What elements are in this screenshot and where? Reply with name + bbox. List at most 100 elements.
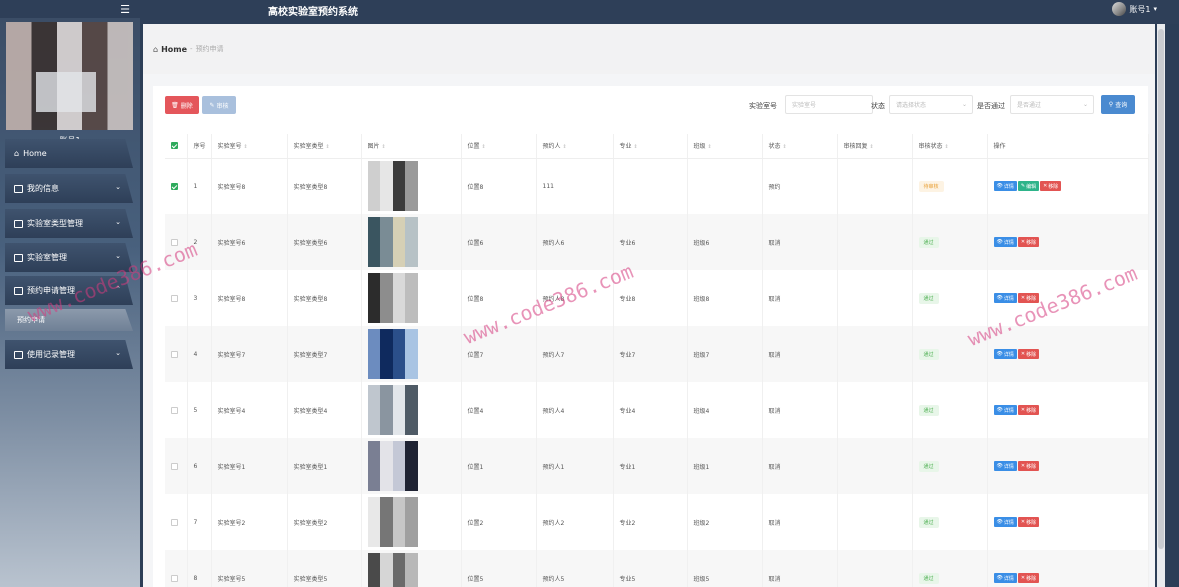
cell-reply (837, 270, 913, 326)
row-select-cell[interactable] (165, 158, 188, 214)
filter-label-lab-no: 实验室号 (749, 102, 777, 110)
sidebar-item-reservation[interactable]: 预约申请管理 ⌃ (5, 276, 133, 305)
row-select-cell[interactable] (165, 438, 188, 494)
breadcrumb-current: 预约申请 (195, 45, 224, 53)
row-select-cell[interactable] (165, 270, 188, 326)
row-select-cell[interactable] (165, 326, 188, 382)
audit-button[interactable]: ✎ 审核 (202, 96, 236, 114)
column-header[interactable]: 审核状态 ⇕ (912, 134, 988, 159)
status-placeholder: 请选择状态 (896, 102, 927, 109)
remove-button[interactable]: ✕ 移除 (1017, 349, 1040, 359)
menu-toggle-icon[interactable]: ☰ (118, 3, 132, 17)
cell-class: 班级6 (687, 214, 763, 270)
sidebar-item-home[interactable]: ⌂ Home (5, 139, 133, 168)
remove-button[interactable]: ✕ 移除 (1017, 405, 1040, 415)
lab-image (367, 217, 418, 267)
column-header[interactable]: 图片 ⇕ (361, 134, 462, 159)
row-checkbox[interactable] (171, 518, 178, 526)
user-name: 账号1 (1129, 4, 1151, 14)
sidebar-item-usage-records[interactable]: 使用记录管理 ⌄ (5, 340, 133, 369)
view-button[interactable]: 👁 详情 (993, 573, 1017, 583)
cell-no: 4 (187, 326, 212, 382)
row-select-cell[interactable] (165, 382, 188, 438)
column-header[interactable]: 实验室类型 ⇕ (287, 134, 362, 159)
sidebar-item-lab-type[interactable]: 实验室类型管理 ⌄ (5, 209, 133, 238)
view-button[interactable]: 👁 详情 (993, 517, 1017, 527)
cell-no: 5 (187, 382, 212, 438)
cell-no: 6 (187, 438, 212, 494)
cell-image (361, 158, 462, 214)
lab-image (367, 273, 418, 323)
remove-button[interactable]: ✕ 移除 (1017, 293, 1040, 303)
view-button[interactable]: 👁 详情 (993, 237, 1017, 247)
view-button[interactable]: 👁 详情 (993, 349, 1017, 359)
table-row: 6 实验室号1 实验室类型1 位置1 预约人1 专业1 班级1 取消 通过 👁 详情 ✕ 移除 (165, 438, 1149, 494)
cell-lab-type: 实验室类型4 (287, 382, 362, 438)
row-select-cell[interactable] (165, 550, 188, 587)
select-all-checkbox[interactable] (171, 142, 178, 150)
cell-audit-status: 通过 (912, 438, 988, 494)
column-header[interactable]: 专业 ⇕ (613, 134, 688, 159)
check-icon (14, 350, 23, 359)
chevron-down-icon: ⌄ (961, 101, 967, 108)
sort-icon: ⇕ (707, 144, 712, 151)
row-checkbox[interactable] (171, 182, 178, 190)
sidebar-subitem-reservation-apply[interactable]: 预约申请 (5, 309, 133, 331)
cell-lab-no: 实验室号1 (211, 438, 288, 494)
cell-no: 8 (187, 550, 212, 587)
cell-class: 班级7 (687, 326, 763, 382)
column-header[interactable]: 实验室号 ⇕ (211, 134, 288, 159)
user-menu[interactable]: 账号1 ▾ (1112, 2, 1157, 16)
sidebar-item-lab[interactable]: 实验室管理 ⌄ (5, 243, 133, 272)
lab-no-input[interactable]: 实验室号 (785, 95, 873, 114)
delete-button[interactable]: 🗑 删除 (165, 96, 199, 114)
row-checkbox[interactable] (171, 294, 178, 302)
remove-button[interactable]: ✕ 移除 (1017, 573, 1040, 583)
table-row: 4 实验室号7 实验室类型7 位置7 预约人7 专业7 班级7 取消 通过 👁 详情 ✕ 移除 (165, 326, 1149, 382)
row-checkbox[interactable] (171, 462, 178, 470)
row-checkbox[interactable] (171, 350, 178, 358)
view-button[interactable]: 👁 详情 (993, 461, 1017, 471)
sort-icon: ⇕ (782, 144, 787, 151)
delete-button-label: 删除 (180, 102, 193, 110)
cell-actions: 👁 详情 ✕ 移除 (987, 214, 1149, 270)
caret-down-icon: ▾ (1153, 5, 1157, 13)
row-select-cell[interactable] (165, 494, 188, 550)
status-badge: 通过 (918, 236, 939, 248)
table-row: 2 实验室号6 实验室类型6 位置6 预约人6 专业6 班级6 取消 通过 👁 详情 ✕ 移除 (165, 214, 1149, 270)
eye-icon: 👁 (996, 407, 1003, 413)
column-header[interactable]: 班级 ⇕ (687, 134, 763, 159)
select-all-cell[interactable] (165, 134, 188, 159)
breadcrumb-home[interactable]: Home (161, 45, 187, 54)
close-icon: ✕ (1020, 351, 1026, 357)
status-select[interactable]: 请选择状态 ⌄ (889, 95, 973, 114)
view-button[interactable]: 👁 详情 (993, 181, 1017, 192)
lab-no-placeholder: 实验室号 (792, 102, 817, 109)
column-header[interactable]: 位置 ⇕ (461, 134, 537, 159)
remove-button[interactable]: ✕ 移除 (1017, 237, 1040, 247)
search-button[interactable]: ⚲ 查询 (1101, 95, 1135, 114)
column-header[interactable]: 状态 ⇕ (762, 134, 838, 159)
column-header[interactable]: 预约人 ⇕ (536, 134, 614, 159)
sidebar-item-label: 实验室管理 (27, 253, 67, 262)
view-button[interactable]: 👁 详情 (993, 293, 1017, 303)
remove-button[interactable]: ✕ 移除 (1017, 461, 1040, 471)
remove-button[interactable]: ✕ 移除 (1040, 181, 1062, 192)
cell-reply (837, 326, 913, 382)
passed-select[interactable]: 是否通过 ⌄ (1010, 95, 1094, 114)
chevron-down-icon: ⌄ (115, 218, 121, 226)
sidebar-item-my-info[interactable]: 我的信息 ⌄ (5, 174, 133, 203)
view-button[interactable]: 👁 详情 (993, 405, 1017, 415)
edit-button[interactable]: ✎ 编辑 (1017, 181, 1040, 192)
page-scrollbar[interactable] (1157, 24, 1165, 587)
sort-icon: ⇕ (562, 144, 567, 151)
row-checkbox[interactable] (171, 406, 178, 414)
remove-button[interactable]: ✕ 移除 (1017, 517, 1040, 527)
row-select-cell[interactable] (165, 214, 188, 270)
row-checkbox[interactable] (171, 238, 178, 246)
cell-location: 位置4 (461, 382, 537, 438)
column-header[interactable]: 审核回复 ⇕ (837, 134, 913, 159)
cell-lab-no: 实验室号5 (211, 550, 288, 587)
row-checkbox[interactable] (171, 574, 178, 582)
sort-icon: ⇕ (944, 144, 949, 151)
